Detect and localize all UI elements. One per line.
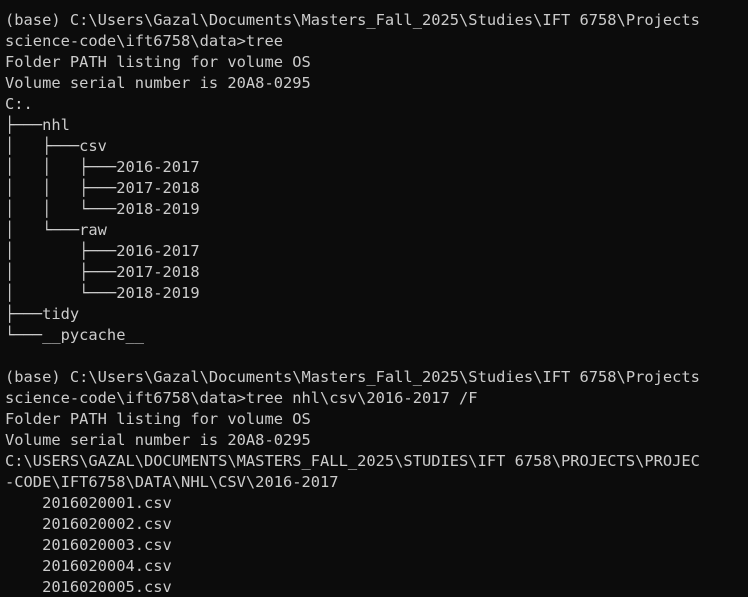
tree-item: │ ├───2017-2018: [5, 263, 200, 281]
tree-item: ├───nhl: [5, 116, 70, 134]
tree-item: │ │ ├───2016-2017: [5, 158, 200, 176]
tree-item: │ │ └───2018-2019: [5, 200, 200, 218]
terminal-output[interactable]: (base) C:\Users\Gazal\Documents\Masters_…: [0, 0, 748, 597]
path-line: C:\USERS\GAZAL\DOCUMENTS\MASTERS_FALL_20…: [5, 452, 700, 470]
file-item: 2016020004.csv: [5, 557, 172, 575]
tree-item: │ ├───csv: [5, 137, 107, 155]
tree-item: │ ├───2016-2017: [5, 242, 200, 260]
prompt-line: (base) C:\Users\Gazal\Documents\Masters_…: [5, 368, 700, 386]
tree-item: │ │ ├───2017-2018: [5, 179, 200, 197]
command-line: science-code\ift6758\data>tree: [5, 32, 283, 50]
output-line: Folder PATH listing for volume OS: [5, 410, 311, 428]
file-item: 2016020005.csv: [5, 578, 172, 596]
tree-item: └───__pycache__: [5, 326, 144, 344]
file-item: 2016020002.csv: [5, 515, 172, 533]
output-line: Folder PATH listing for volume OS: [5, 53, 311, 71]
output-line: Volume serial number is 20A8-0295: [5, 431, 311, 449]
prompt-line: (base) C:\Users\Gazal\Documents\Masters_…: [5, 11, 700, 29]
file-item: 2016020001.csv: [5, 494, 172, 512]
tree-item: │ └───raw: [5, 221, 107, 239]
tree-root: C:.: [5, 95, 33, 113]
path-line: -CODE\IFT6758\DATA\NHL\CSV\2016-2017: [5, 473, 339, 491]
tree-item: │ └───2018-2019: [5, 284, 200, 302]
command-line: science-code\ift6758\data>tree nhl\csv\2…: [5, 389, 478, 407]
file-item: 2016020003.csv: [5, 536, 172, 554]
tree-item: ├───tidy: [5, 305, 80, 323]
output-line: Volume serial number is 20A8-0295: [5, 74, 311, 92]
